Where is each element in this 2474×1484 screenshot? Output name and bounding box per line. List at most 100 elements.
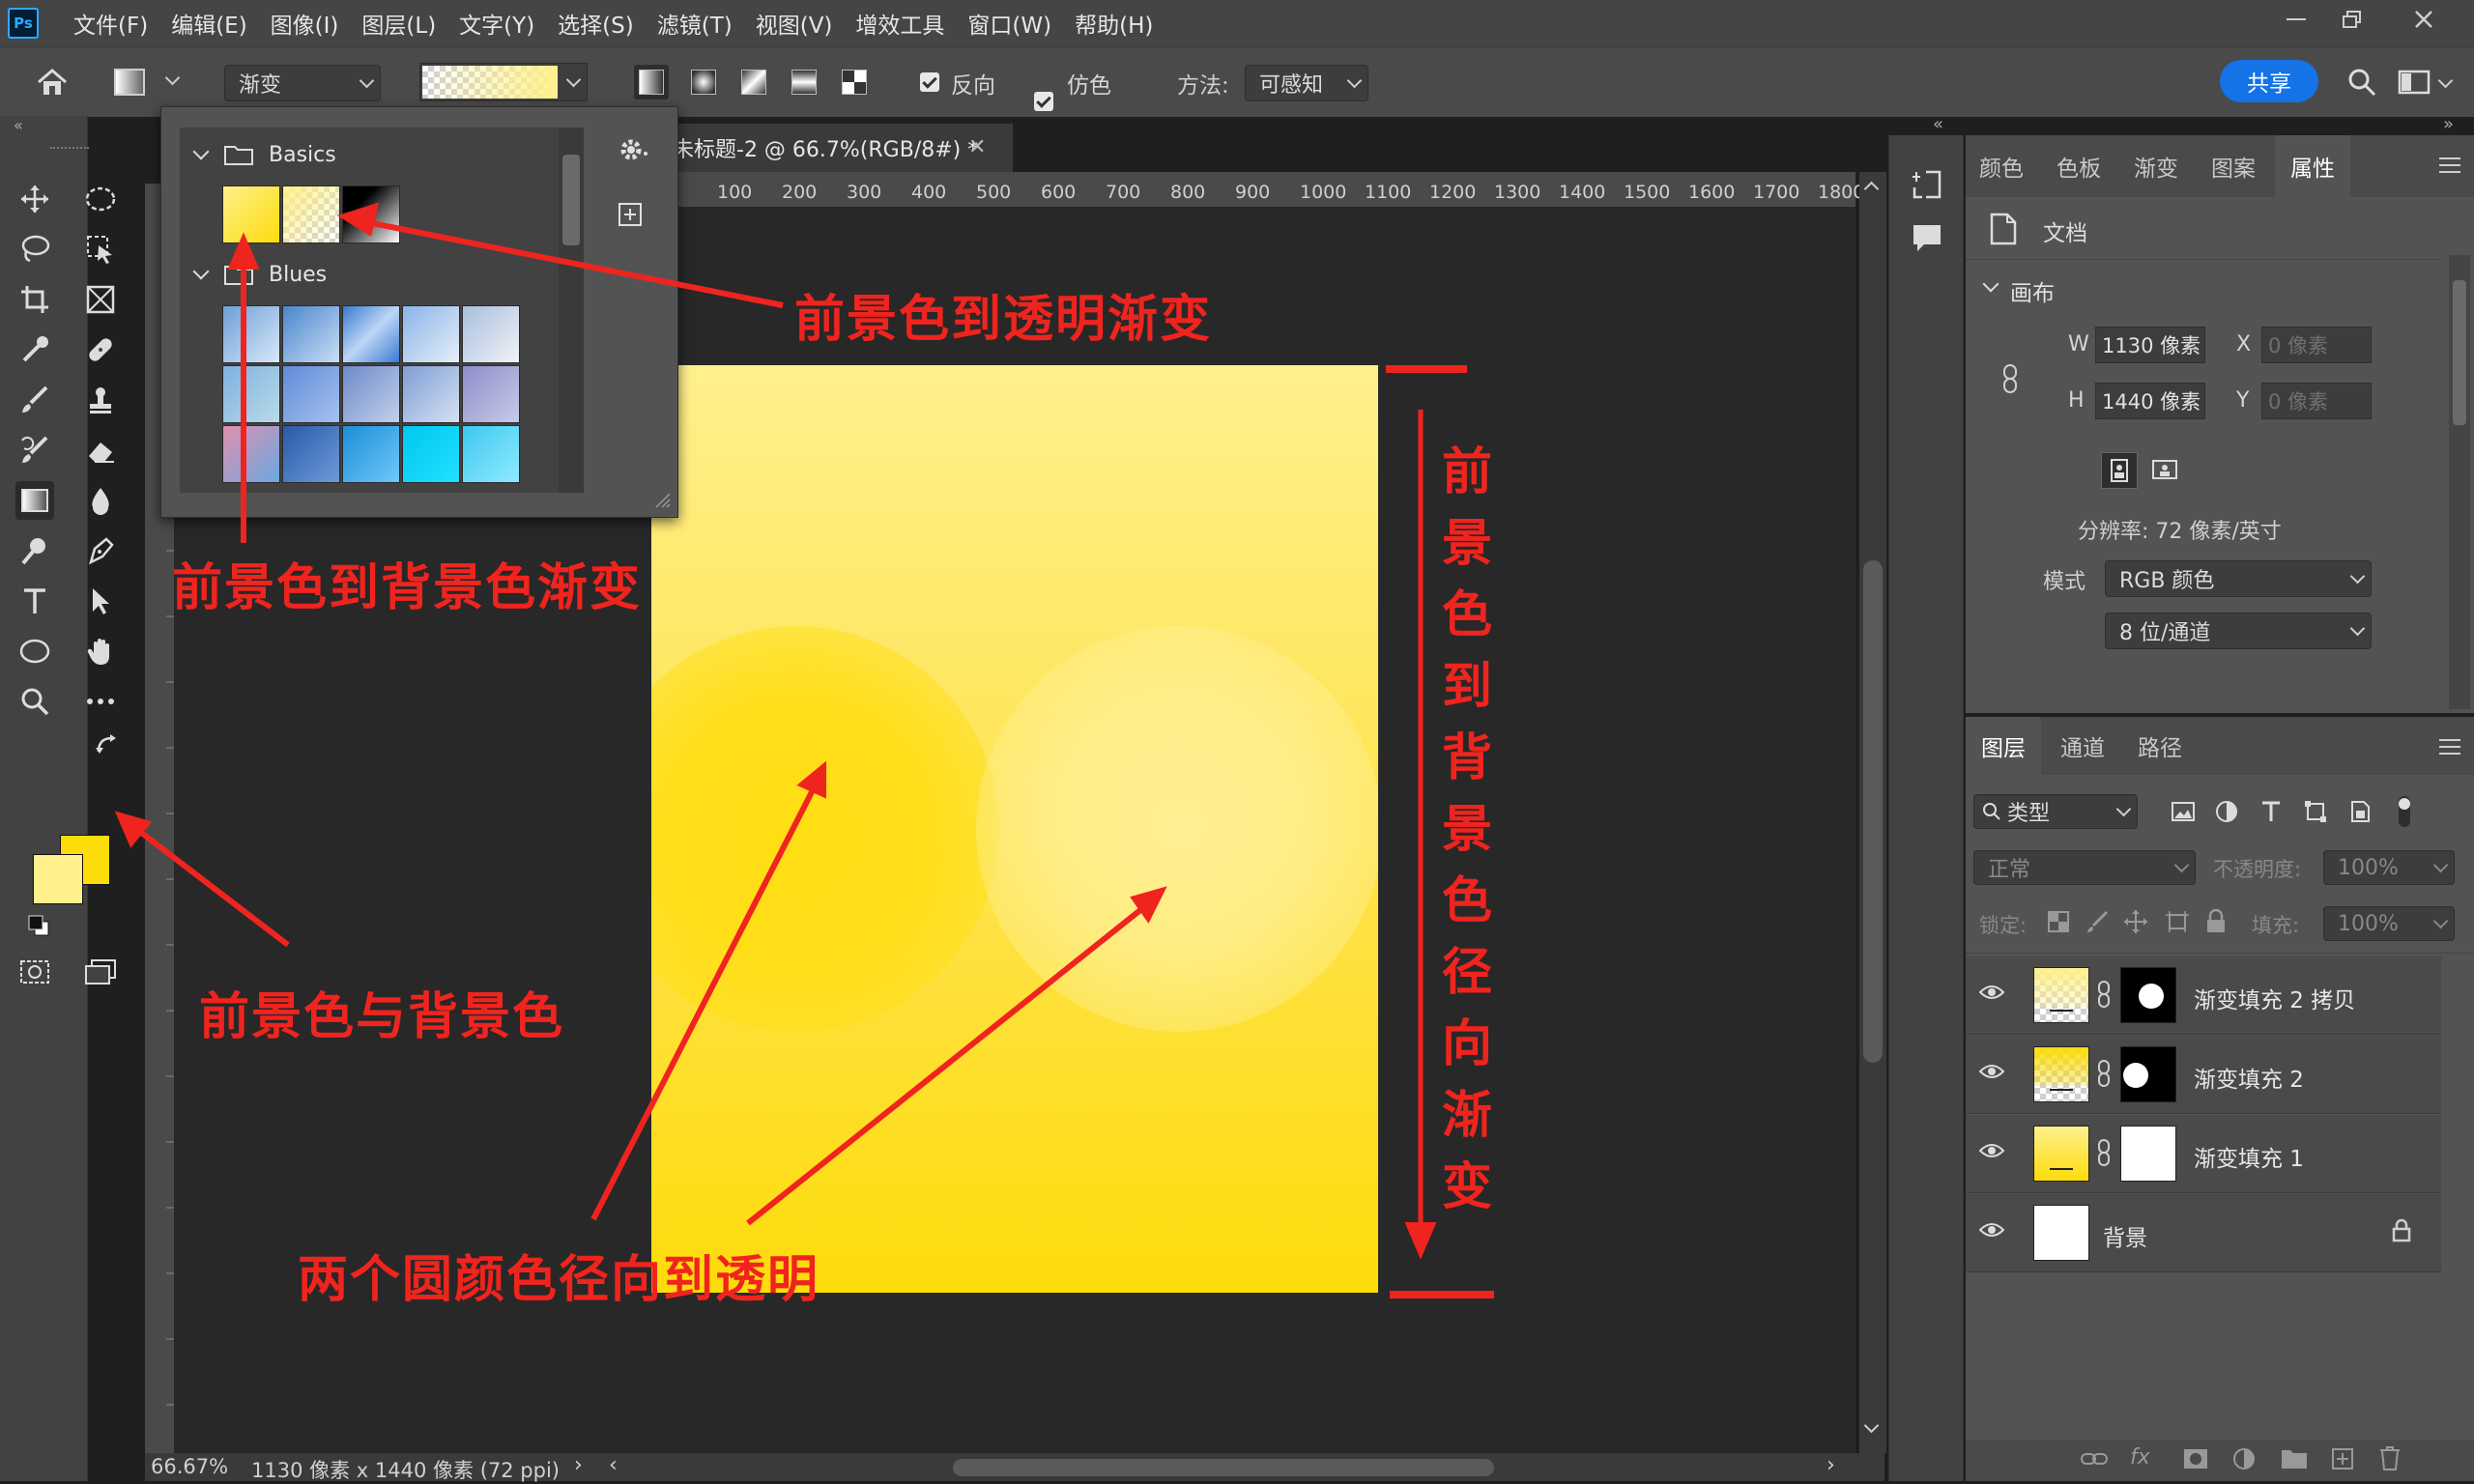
lock-all-icon[interactable] (2205, 908, 2227, 933)
home-icon[interactable] (33, 65, 72, 100)
scroll-left-icon[interactable]: ‹ (609, 1453, 618, 1477)
menu-edit[interactable]: 编辑(E) (159, 7, 258, 40)
layer-name[interactable]: 渐变填充 2 (2194, 1061, 2304, 1094)
resize-grip-icon[interactable] (652, 490, 672, 509)
swatch-blue[interactable] (462, 425, 520, 483)
zoom-level[interactable]: 66.67% (151, 1455, 228, 1478)
document-canvas[interactable] (651, 365, 1378, 1293)
layer-name[interactable]: 渐变填充 1 (2194, 1140, 2304, 1173)
radial-gradient-icon[interactable] (686, 65, 721, 100)
delete-layer-icon[interactable] (2379, 1445, 2402, 1472)
stamp-tool-icon[interactable] (81, 381, 120, 419)
swatch-black-to-white[interactable] (342, 186, 400, 243)
menu-help[interactable]: 帮助(H) (1063, 7, 1165, 40)
lasso-tool-icon[interactable] (15, 230, 54, 269)
history-panel-icon[interactable] (1911, 168, 1943, 201)
tool-preset-chevron-icon[interactable] (164, 70, 181, 88)
layer-row[interactable]: 背景 (1966, 1194, 2441, 1272)
toolbar-grip[interactable] (50, 147, 89, 151)
lock-transparent-icon[interactable] (2047, 910, 2070, 933)
chain-link-icon[interactable] (2097, 980, 2111, 1009)
marquee-tool-icon[interactable] (81, 180, 120, 218)
gradient-mode-select[interactable]: 渐变 (224, 65, 381, 101)
tab-channels[interactable]: 通道 (2047, 717, 2118, 775)
bit-depth-select[interactable]: 8 位/通道 (2105, 613, 2372, 649)
visibility-eye-icon[interactable] (1979, 984, 2004, 1001)
move-tool-icon[interactable] (15, 180, 54, 218)
diamond-gradient-icon[interactable] (837, 65, 872, 100)
fx-icon[interactable]: fx (2130, 1445, 2159, 1472)
swatch-blue[interactable] (342, 305, 400, 363)
linear-gradient-icon[interactable] (634, 65, 669, 100)
close-document-icon[interactable]: ✕ (968, 135, 986, 159)
menu-type[interactable]: 文字(Y) (447, 7, 546, 40)
properties-scrollbar-thumb[interactable] (2453, 280, 2466, 425)
crop-tool-icon[interactable] (15, 280, 54, 319)
panel-menu-icon[interactable] (2439, 157, 2460, 174)
horizontal-scrollbar-thumb[interactable] (953, 1459, 1494, 1476)
tab-paths[interactable]: 路径 (2124, 717, 2196, 775)
collapse-strip-icon[interactable]: « (1933, 114, 1943, 134)
filter-adjustment-icon[interactable] (2215, 800, 2240, 823)
document-tab[interactable]: 未标题-2 @ 66.7%(RGB/8#) * ✕ (673, 124, 1013, 172)
link-icon[interactable] (2000, 363, 2022, 394)
landscape-orientation-icon[interactable] (2147, 452, 2182, 487)
swap-colors-icon[interactable] (95, 732, 120, 757)
eyedropper-tool-icon[interactable] (15, 330, 54, 369)
dodge-tool-icon[interactable] (15, 531, 54, 570)
chain-link-icon[interactable] (2097, 1059, 2111, 1088)
menu-plugins[interactable]: 增效工具 (844, 7, 956, 40)
scroll-up-icon[interactable] (1863, 181, 1880, 197)
hand-tool-icon[interactable] (81, 632, 120, 671)
brush-tool-icon[interactable] (15, 381, 54, 419)
vertical-scrollbar-thumb[interactable] (1863, 560, 1883, 1063)
close-window-icon[interactable] (2395, 0, 2453, 39)
layer-row[interactable]: 渐变填充 1 (1966, 1115, 2441, 1193)
y-field[interactable]: 0 像素 (2261, 383, 2372, 419)
gear-icon[interactable] (616, 132, 654, 171)
restore-icon[interactable] (2323, 0, 2381, 39)
tab-gradients[interactable]: 渐变 (2120, 135, 2192, 197)
foreground-color-swatch[interactable] (33, 854, 83, 904)
gradient-tool-icon[interactable] (15, 481, 54, 520)
minimize-icon[interactable] (2267, 0, 2325, 39)
lock-pixels-icon[interactable] (2086, 910, 2109, 933)
tab-swatches[interactable]: 色板 (2043, 135, 2114, 197)
visibility-eye-icon[interactable] (1979, 1063, 2004, 1080)
tab-patterns[interactable]: 图案 (2198, 135, 2269, 197)
frame-tool-icon[interactable] (81, 280, 120, 319)
layer-name[interactable]: 渐变填充 2 拷贝 (2194, 982, 2355, 1014)
filter-smart-object-icon[interactable] (2348, 800, 2373, 823)
filter-pixel-icon[interactable] (2171, 800, 2196, 823)
swatch-blue[interactable] (282, 305, 340, 363)
filter-type-icon[interactable] (2259, 800, 2285, 823)
layer-filter-select[interactable]: 类型 (1973, 794, 2138, 829)
path-select-tool-icon[interactable] (81, 582, 120, 620)
blend-mode-select[interactable]: 正常 (1973, 850, 2196, 885)
quick-mask-icon[interactable] (15, 953, 54, 991)
tab-layers[interactable]: 图层 (1966, 717, 2041, 775)
layer-name[interactable]: 背景 (2103, 1219, 2147, 1252)
visibility-eye-icon[interactable] (1979, 1142, 2004, 1159)
new-gradient-icon[interactable] (616, 200, 654, 239)
healing-brush-tool-icon[interactable] (81, 330, 120, 369)
swatch-blue[interactable] (222, 425, 280, 483)
layer-mask-thumbnail[interactable] (2120, 1046, 2176, 1102)
object-select-tool-icon[interactable] (81, 230, 120, 269)
layer-mask-thumbnail[interactable] (2120, 967, 2176, 1023)
visibility-eye-icon[interactable] (1979, 1221, 2004, 1239)
layer-row[interactable]: 渐变填充 2 拷贝 (1966, 956, 2441, 1035)
tab-properties[interactable]: 属性 (2275, 135, 2350, 197)
screen-mode-icon[interactable] (81, 953, 120, 991)
collapse-toolbar-icon[interactable]: « (14, 116, 23, 134)
ellipse-tool-icon[interactable] (15, 632, 54, 671)
dither-checkbox[interactable] (1034, 92, 1053, 111)
swatch-blue[interactable] (402, 365, 460, 423)
workspace-icon[interactable] (2393, 65, 2435, 100)
swatch-blue[interactable] (342, 425, 400, 483)
chain-link-icon[interactable] (2097, 1138, 2111, 1167)
filter-shape-icon[interactable] (2304, 800, 2329, 823)
lock-icon[interactable] (2391, 1217, 2412, 1242)
status-expand-icon[interactable]: › (574, 1453, 583, 1477)
swatch-blue[interactable] (222, 365, 280, 423)
